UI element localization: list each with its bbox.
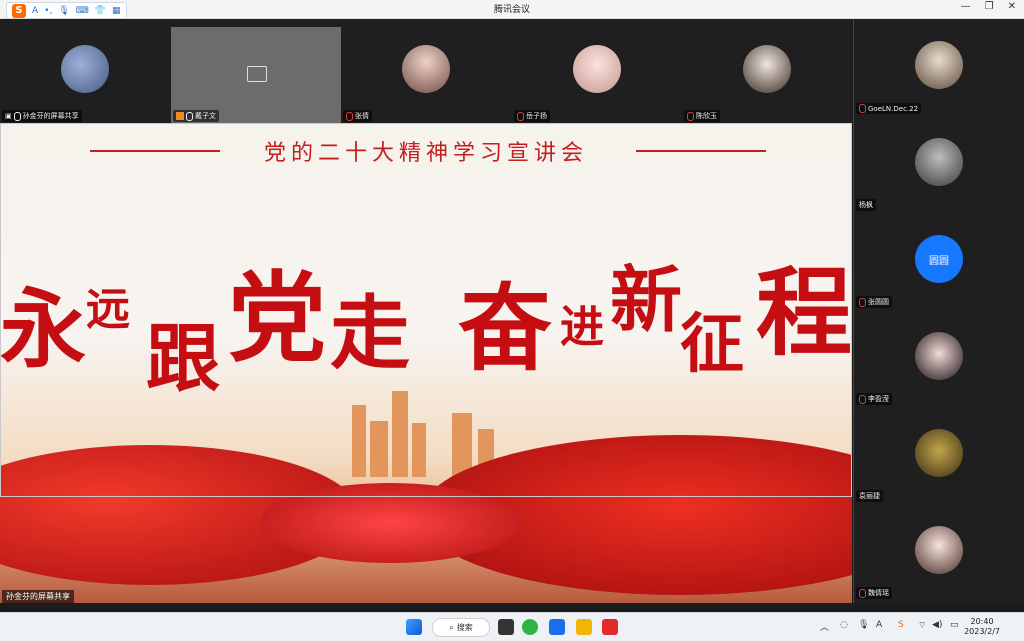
avatar (915, 332, 963, 380)
camera-off-icon (247, 66, 267, 82)
participant-name-tag: 陈欣玉 (684, 110, 720, 122)
participant-tile[interactable]: 岳子扬 (512, 27, 682, 124)
mic-tray-icon[interactable]: 🎙 (858, 620, 869, 630)
participant-name-tag: 李盈滢 (856, 393, 892, 405)
participant-tile[interactable]: 戴子文 (171, 27, 341, 124)
participant-name-tag: 袁丽捷 (856, 490, 883, 502)
participant-name: 陈欣玉 (696, 112, 717, 120)
mic-muted-icon (859, 104, 866, 113)
participant-tile[interactable]: GoeLN.Dec.22 (854, 19, 1024, 115)
participant-tile[interactable]: 圆圆 张圆圆 (854, 213, 1024, 309)
sync-icon[interactable]: ◌ (840, 620, 848, 630)
participant-name: 戴子文 (195, 112, 216, 120)
wechat-icon[interactable] (522, 619, 538, 635)
participant-name: 杨枫 (859, 201, 873, 209)
clock-date: 2023/2/7 (964, 627, 1000, 636)
participant-name-tag: ▣ 孙金芬的屏幕共享 (2, 110, 82, 122)
participant-name-tag: 岳子扬 (514, 110, 550, 122)
restore-button[interactable]: ❐ (985, 1, 994, 12)
task-view-icon[interactable] (498, 619, 514, 635)
participant-name: 魏倩瑶 (868, 589, 889, 597)
participant-name-tag: 张倩 (343, 110, 372, 122)
battery-icon[interactable]: ▭ (950, 620, 959, 630)
ime-tray-icon[interactable]: A (876, 620, 882, 630)
user-icon (176, 112, 184, 120)
mic-muted-icon (859, 394, 866, 404)
search-icon: ⌕ (449, 622, 454, 632)
participant-tile[interactable]: 魏倩瑶 (854, 504, 1024, 600)
close-button[interactable]: ✕ (1008, 1, 1016, 12)
participant-name: 张圆圆 (868, 298, 889, 306)
wps-icon[interactable] (602, 619, 618, 635)
screen-share-icon: ▣ (5, 112, 12, 120)
mic-muted-icon (517, 111, 524, 121)
avatar (915, 429, 963, 477)
volume-icon[interactable]: ◀) (932, 620, 942, 630)
participant-name-tag: GoeLN.Dec.22 (856, 103, 922, 114)
taskbar-search[interactable]: ⌕ 搜索 (432, 618, 490, 637)
share-region-frame (0, 123, 852, 497)
screen-share-label: 孙金芬的屏幕共享 (2, 590, 74, 603)
avatar (743, 45, 791, 93)
participant-name: 李盈滢 (868, 395, 889, 403)
participant-tile[interactable]: 杨枫 (854, 116, 1024, 212)
mic-muted-icon (859, 297, 866, 307)
participant-strip: ▣ 孙金芬的屏幕共享 戴子文 张倩 岳子扬 陈欣玉 (0, 19, 852, 124)
avatar (402, 45, 450, 93)
avatar (915, 526, 963, 574)
clock-time: 20:40 (970, 617, 994, 626)
participant-name-tag: 杨枫 (856, 199, 876, 211)
window-title: 腾讯会议 (493, 5, 530, 15)
participant-sidebar: GoeLN.Dec.22 杨枫 圆圆 张圆圆 李盈滢 袁丽捷 魏倩瑶 (853, 19, 1024, 603)
participant-tile[interactable]: 陈欣玉 (682, 27, 852, 124)
taskbar: ⌕ 搜索 ︿ ◌ 🎙 A S ⌔ ◀) ▭ 20:40 2023/2/7 (0, 612, 1024, 641)
participant-name: 岳子扬 (526, 112, 547, 120)
avatar (915, 138, 963, 186)
participant-name: GoeLN.Dec.22 (868, 104, 919, 113)
participant-tile[interactable]: ▣ 孙金芬的屏幕共享 (0, 27, 170, 124)
participant-tile[interactable]: 李盈滢 (854, 310, 1024, 406)
participant-tile[interactable]: 袁丽捷 (854, 407, 1024, 503)
file-explorer-icon[interactable] (576, 619, 592, 635)
tencent-meeting-icon[interactable] (549, 619, 565, 635)
title-bar: S A •, 🎙 ⌨ 👕 ▦ 腾讯会议 — ❐ ✕ (0, 0, 1024, 19)
mic-icon (186, 111, 193, 121)
minimize-button[interactable]: — (961, 1, 971, 12)
mic-muted-icon (346, 111, 353, 121)
avatar: 圆圆 (915, 235, 963, 283)
avatar (915, 41, 963, 89)
participant-name-tag: 戴子文 (173, 110, 219, 122)
mic-muted-icon (859, 588, 866, 598)
participant-name: 袁丽捷 (859, 492, 880, 500)
participant-name: 张倩 (355, 112, 369, 120)
participant-name-tag: 魏倩瑶 (856, 587, 892, 599)
participant-name-tag: 张圆圆 (856, 296, 892, 308)
shared-screen[interactable]: 党的二十大精神学习宣讲会 永 远 跟 党 走 奋 进 新 征 程 (0, 123, 852, 603)
avatar (61, 45, 109, 93)
sogou-tray-icon[interactable]: S (898, 620, 904, 630)
avatar (573, 45, 621, 93)
participant-tile[interactable]: 张倩 (341, 27, 511, 124)
clock[interactable]: 20:40 2023/2/7 (964, 617, 1000, 637)
wifi-icon[interactable]: ⌔ (918, 620, 926, 631)
windows-start-icon[interactable] (406, 619, 422, 635)
chevron-up-icon[interactable]: ︿ (820, 620, 829, 633)
participant-name: 孙金芬的屏幕共享 (22, 112, 79, 120)
mic-icon (13, 111, 21, 121)
mic-muted-icon (687, 111, 694, 121)
